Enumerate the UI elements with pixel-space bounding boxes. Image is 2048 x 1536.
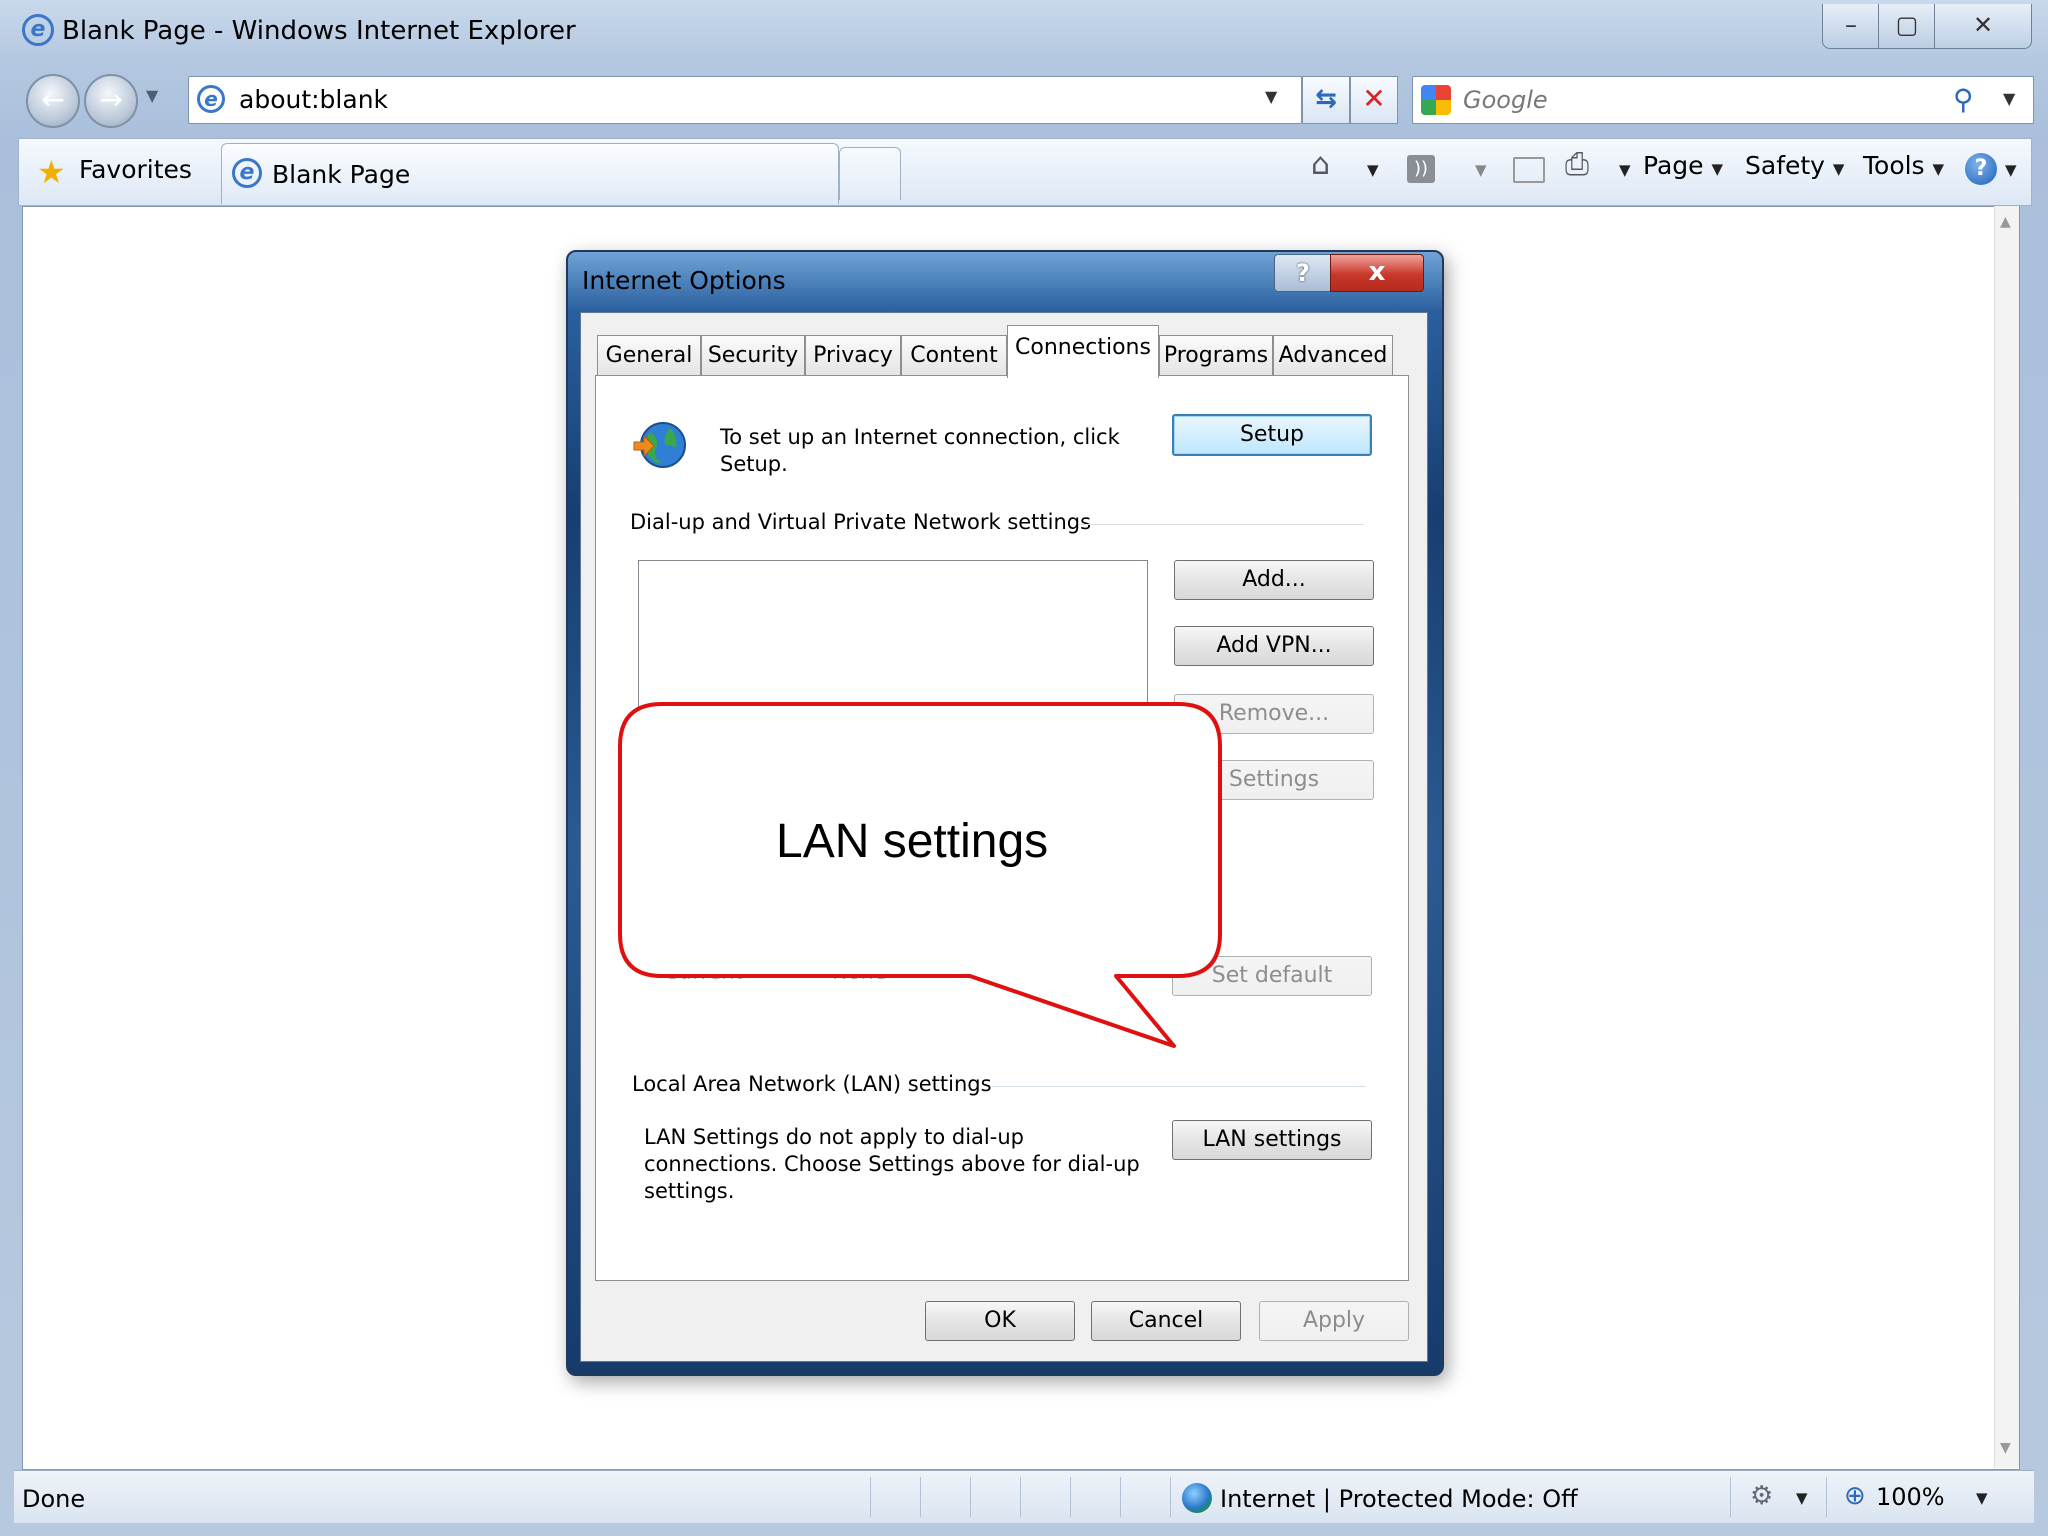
page-menu[interactable]: Page ▼ [1643, 151, 1723, 180]
page-menu-label: Page [1643, 151, 1704, 180]
chevron-down-icon: ▼ [1711, 160, 1724, 178]
safety-menu-label: Safety [1745, 151, 1825, 180]
status-bar: Done Internet | Protected Mode: Off ⚙ ▼ … [14, 1470, 2034, 1523]
home-dropdown-icon[interactable]: ▼ [1367, 161, 1379, 179]
lan-description: LAN Settings do not apply to dial-up con… [644, 1125, 1140, 1203]
tab-security[interactable]: Security [701, 335, 805, 376]
help-dropdown-icon[interactable]: ▼ [2005, 161, 2017, 179]
security-zone-status[interactable]: Internet | Protected Mode: Off [1220, 1485, 1578, 1513]
scroll-up-icon[interactable]: ▲ [2000, 214, 2011, 230]
internet-explorer-icon: e [232, 158, 262, 188]
status-divider [1120, 1477, 1121, 1517]
feeds-dropdown-icon[interactable]: ▼ [1475, 161, 1487, 179]
add-vpn-button[interactable]: Add VPN... [1174, 626, 1374, 666]
tab-advanced[interactable]: Advanced [1273, 335, 1393, 376]
new-tab-button[interactable] [839, 147, 901, 200]
intro-text: To set up an Internet connection, click … [720, 425, 1120, 476]
home-icon[interactable]: ⌂ [1311, 147, 1330, 182]
dialup-group-label: Dial-up and Virtual Private Network sett… [630, 510, 1092, 534]
tools-menu[interactable]: Tools ▼ [1863, 151, 1944, 180]
ok-button[interactable]: OK [925, 1301, 1075, 1341]
favorites-button[interactable]: Favorites [79, 155, 192, 184]
safety-menu[interactable]: Safety ▼ [1745, 151, 1844, 180]
status-divider [1170, 1477, 1171, 1517]
internet-explorer-icon: e [22, 14, 54, 46]
recent-pages-dropdown-icon[interactable]: ▼ [146, 86, 158, 105]
status-divider [870, 1477, 871, 1517]
status-divider [1070, 1477, 1071, 1517]
setup-button[interactable]: Setup [1172, 414, 1372, 456]
callout-text: LAN settings [776, 815, 1049, 868]
mail-icon[interactable] [1513, 157, 1545, 183]
status-divider [1730, 1477, 1731, 1517]
back-button[interactable]: ← [26, 74, 80, 128]
group-divider [1078, 524, 1364, 525]
tab-title: Blank Page [272, 160, 411, 189]
search-options-dropdown-icon[interactable]: ▼ [2003, 89, 2015, 108]
search-box[interactable]: Google ⚲ ▼ [1412, 76, 2034, 124]
forward-arrow-icon: → [99, 83, 123, 116]
stop-button[interactable]: ✕ [1350, 76, 1398, 124]
status-divider [1020, 1477, 1021, 1517]
popup-blocker-icon[interactable]: ⚙ [1750, 1481, 1773, 1511]
chevron-down-icon: ▼ [1932, 160, 1945, 178]
print-dropdown-icon[interactable]: ▼ [1619, 161, 1631, 179]
address-bar[interactable]: e about:blank ▼ [188, 76, 1302, 124]
help-icon[interactable]: ? [1965, 153, 1997, 185]
add-button[interactable]: Add... [1174, 560, 1374, 600]
search-input[interactable]: Google [1463, 86, 1548, 114]
dialog-close-button[interactable]: x [1330, 254, 1424, 292]
rss-icon[interactable]: )) [1407, 155, 1435, 183]
scroll-down-icon[interactable]: ▼ [2000, 1440, 2011, 1456]
zoom-level[interactable]: 100% [1876, 1483, 1945, 1511]
address-dropdown-icon[interactable]: ▼ [1265, 87, 1277, 106]
dialog-help-button[interactable]: ? [1274, 254, 1332, 292]
page-icon: e [197, 85, 225, 113]
search-icon[interactable]: ⚲ [1953, 83, 1974, 116]
apply-button[interactable]: Apply [1259, 1301, 1409, 1341]
window-close-button[interactable]: ✕ [1934, 4, 2032, 49]
tab-programs[interactable]: Programs [1159, 335, 1273, 376]
address-input[interactable]: about:blank [239, 85, 388, 114]
printer-icon[interactable]: ⎙ [1565, 147, 1589, 182]
google-icon [1421, 85, 1451, 115]
chevron-down-icon: ▼ [1832, 160, 1845, 178]
forward-button[interactable]: → [84, 74, 138, 128]
window-title: Blank Page - Windows Internet Explorer [62, 16, 576, 46]
tools-menu-label: Tools [1863, 151, 1925, 180]
status-divider [970, 1477, 971, 1517]
status-divider [1826, 1477, 1827, 1517]
tab-content[interactable]: Content [901, 335, 1007, 376]
command-bar: ★ Favorites e Blank Page ⌂ ▼ )) ▼ ⎙ ▼ Pa… [18, 138, 2032, 206]
minimize-button[interactable]: – [1822, 4, 1880, 49]
dialog-title: Internet Options [582, 266, 786, 295]
tab-blank-page[interactable]: e Blank Page [221, 143, 839, 204]
maximize-button[interactable]: ▢ [1878, 4, 1936, 49]
zoom-dropdown-icon[interactable]: ▼ [1976, 1489, 1988, 1507]
lan-settings-button[interactable]: LAN settings [1172, 1120, 1372, 1160]
star-icon: ★ [37, 153, 66, 191]
refresh-button[interactable]: ⇆ [1302, 76, 1350, 124]
callout-bubble [618, 702, 1222, 1048]
tab-connections[interactable]: Connections [1007, 325, 1159, 378]
globe-icon [1182, 1483, 1212, 1513]
status-divider [920, 1477, 921, 1517]
cancel-button[interactable]: Cancel [1091, 1301, 1241, 1341]
chevron-down-icon[interactable]: ▼ [1796, 1489, 1808, 1507]
vertical-scrollbar[interactable] [1994, 206, 2019, 1468]
tab-general[interactable]: General [597, 335, 701, 376]
globe-icon [633, 422, 686, 468]
zoom-icon[interactable]: ⊕ [1844, 1481, 1866, 1511]
status-text: Done [22, 1485, 86, 1513]
back-arrow-icon: ← [41, 83, 65, 116]
tab-privacy[interactable]: Privacy [805, 335, 901, 376]
